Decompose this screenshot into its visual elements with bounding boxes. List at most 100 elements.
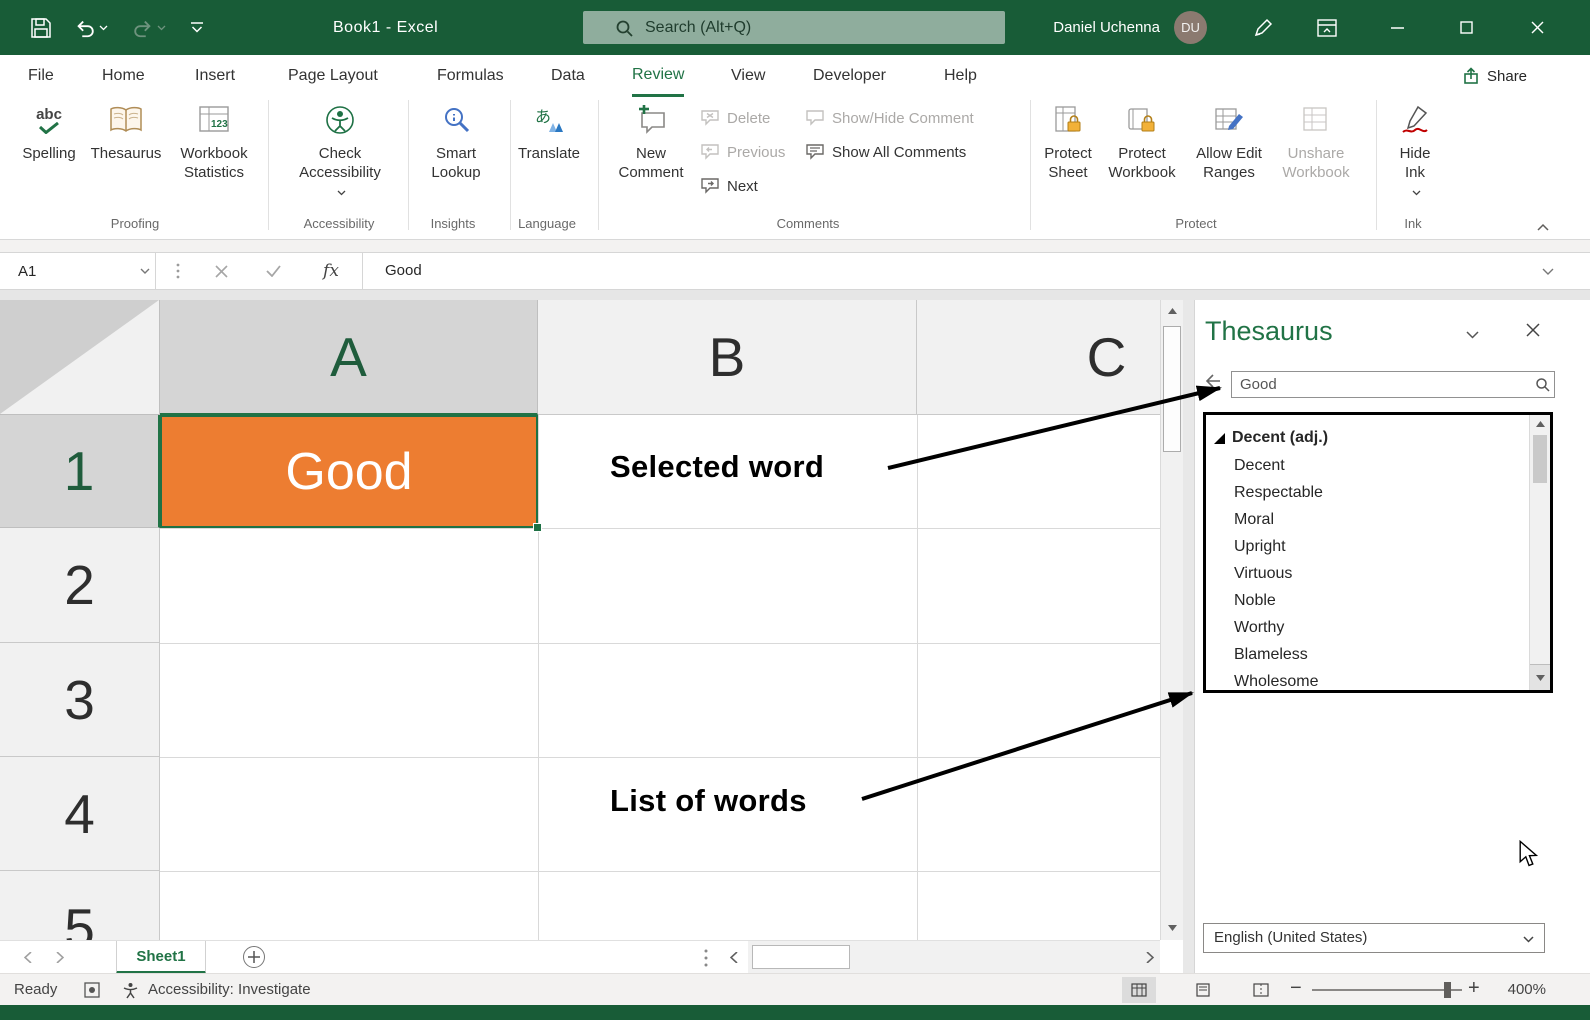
sheet-nav-left-icon[interactable] <box>24 952 32 963</box>
pane-resize-strip[interactable] <box>1183 300 1195 973</box>
word-item[interactable]: Wholesome <box>1234 669 1318 693</box>
scroll-down-button[interactable] <box>1530 664 1550 690</box>
word-item[interactable]: Moral <box>1234 507 1274 533</box>
scrollbar-thumb[interactable] <box>1533 435 1547 483</box>
show-all-comments-button[interactable]: Show All Comments <box>805 138 966 166</box>
word-item[interactable]: Upright <box>1234 534 1286 560</box>
scrollbar-thumb[interactable] <box>1163 326 1181 452</box>
tab-home[interactable]: Home <box>102 55 145 97</box>
protect-workbook-button[interactable]: Protect Workbook <box>1102 100 1182 182</box>
tab-developer[interactable]: Developer <box>813 55 886 97</box>
ink-pen-button[interactable] <box>1240 0 1286 55</box>
word-item[interactable]: Worthy <box>1234 615 1284 641</box>
tab-page-layout[interactable]: Page Layout <box>288 55 378 97</box>
pane-back-button[interactable] <box>1205 374 1221 393</box>
user-name[interactable]: Daniel Uchenna <box>1012 0 1160 55</box>
insert-function-button[interactable]: fx <box>316 253 346 289</box>
share-button[interactable]: Share <box>1452 61 1537 91</box>
zoom-out-button[interactable]: − <box>1290 977 1302 1000</box>
column-header-c[interactable]: C <box>917 300 1160 415</box>
ribbon-display-options-button[interactable] <box>1304 0 1350 55</box>
thesaurus-word-list[interactable]: Decent (adj.) Decent Respectable Moral U… <box>1203 412 1553 693</box>
word-item[interactable]: Noble <box>1234 588 1276 614</box>
save-button[interactable] <box>30 0 52 55</box>
column-header-a[interactable]: A <box>160 300 538 415</box>
language-dropdown[interactable]: English (United States) <box>1203 923 1545 953</box>
collapse-ribbon-button[interactable] <box>1536 219 1550 237</box>
accessibility-icon[interactable] <box>122 982 139 999</box>
formula-input[interactable]: Good <box>385 253 422 289</box>
close-button[interactable] <box>1514 0 1560 55</box>
minimize-button[interactable] <box>1374 0 1420 55</box>
expand-formula-bar-icon[interactable] <box>1542 268 1554 276</box>
dots-handle-icon[interactable] <box>704 948 708 968</box>
new-sheet-button[interactable] <box>243 946 265 968</box>
view-page-break-button[interactable] <box>1244 977 1278 1003</box>
status-accessibility[interactable]: Accessibility: Investigate <box>148 981 311 998</box>
smart-lookup-button[interactable]: Smart Lookup <box>420 100 492 182</box>
row-header-5[interactable]: 5 <box>0 871 160 940</box>
row-header-3[interactable]: 3 <box>0 643 160 757</box>
triangle-up-icon[interactable] <box>1536 421 1545 427</box>
scroll-down-button[interactable] <box>1161 917 1184 939</box>
next-comment-button[interactable]: Next <box>700 172 758 200</box>
select-all-corner[interactable] <box>0 300 160 415</box>
tab-file[interactable]: File <box>28 55 54 97</box>
tab-data[interactable]: Data <box>551 55 585 97</box>
word-item[interactable]: Decent <box>1234 453 1285 479</box>
spreadsheet-grid[interactable]: A B C 1 2 3 4 5 Good <box>0 300 1160 940</box>
zoom-slider-track[interactable] <box>1312 989 1462 991</box>
view-page-layout-button[interactable] <box>1186 977 1220 1003</box>
hide-ink-button[interactable]: Hide Ink <box>1386 100 1444 201</box>
word-item[interactable]: Blameless <box>1234 642 1308 668</box>
name-box[interactable]: A1 <box>8 253 156 289</box>
tab-insert[interactable]: Insert <box>195 55 235 97</box>
tab-review[interactable]: Review <box>632 55 684 97</box>
word-group-header[interactable]: Decent (adj.) <box>1232 425 1328 451</box>
check-accessibility-button[interactable]: Check Accessibility <box>286 100 394 201</box>
hscroll-right-icon[interactable] <box>1146 952 1154 963</box>
hscroll-left-icon[interactable] <box>730 952 738 963</box>
thesaurus-button[interactable]: Thesaurus <box>86 100 166 163</box>
fill-handle[interactable] <box>533 523 542 532</box>
tab-view[interactable]: View <box>731 55 765 97</box>
search-box[interactable]: Search (Alt+Q) <box>583 11 1005 44</box>
scroll-up-button[interactable] <box>1161 300 1184 322</box>
word-item[interactable]: Virtuous <box>1234 561 1292 587</box>
workbook-statistics-button[interactable]: 123 Workbook Statistics <box>168 100 260 182</box>
new-comment-button[interactable]: New Comment <box>612 100 690 182</box>
collapse-triangle-icon[interactable] <box>1214 431 1225 449</box>
macro-record-icon[interactable] <box>84 982 100 998</box>
protect-sheet-button[interactable]: Protect Sheet <box>1036 100 1100 182</box>
pane-close-button[interactable] <box>1525 322 1541 343</box>
row-header-4[interactable]: 4 <box>0 757 160 871</box>
avatar[interactable]: DU <box>1174 11 1207 44</box>
sheet-nav-right-icon[interactable] <box>56 952 64 963</box>
sheet-tab-sheet1[interactable]: Sheet1 <box>116 941 206 974</box>
row-header-1[interactable]: 1 <box>0 415 160 528</box>
undo-button[interactable] <box>74 0 108 55</box>
zoom-level[interactable]: 400% <box>1494 981 1546 998</box>
maximize-button[interactable] <box>1443 0 1489 55</box>
spelling-button[interactable]: abc Spelling <box>14 100 84 163</box>
pane-options-button[interactable] <box>1466 326 1479 344</box>
horizontal-scrollbar[interactable] <box>748 941 1160 974</box>
zoom-in-button[interactable]: + <box>1468 977 1480 1000</box>
thesaurus-search-input[interactable] <box>1231 371 1555 398</box>
formula-bar-drag-handle[interactable] <box>170 253 186 289</box>
translate-button[interactable]: あ Translate <box>516 100 582 163</box>
word-item[interactable]: Respectable <box>1234 480 1323 506</box>
redo-button[interactable] <box>132 0 166 55</box>
quick-access-customize-button[interactable] <box>190 0 204 55</box>
allow-edit-ranges-button[interactable]: Allow Edit Ranges <box>1186 100 1272 182</box>
view-normal-button[interactable] <box>1122 977 1156 1003</box>
scrollbar-thumb[interactable] <box>752 945 850 969</box>
column-header-b[interactable]: B <box>538 300 917 415</box>
list-scrollbar[interactable] <box>1529 415 1550 690</box>
row-header-2[interactable]: 2 <box>0 528 160 643</box>
search-icon[interactable] <box>1535 377 1550 397</box>
cell-a1[interactable]: Good <box>160 415 538 528</box>
chevron-down-icon[interactable] <box>140 268 150 275</box>
vertical-scrollbar[interactable] <box>1160 300 1183 940</box>
tab-formulas[interactable]: Formulas <box>437 55 504 97</box>
